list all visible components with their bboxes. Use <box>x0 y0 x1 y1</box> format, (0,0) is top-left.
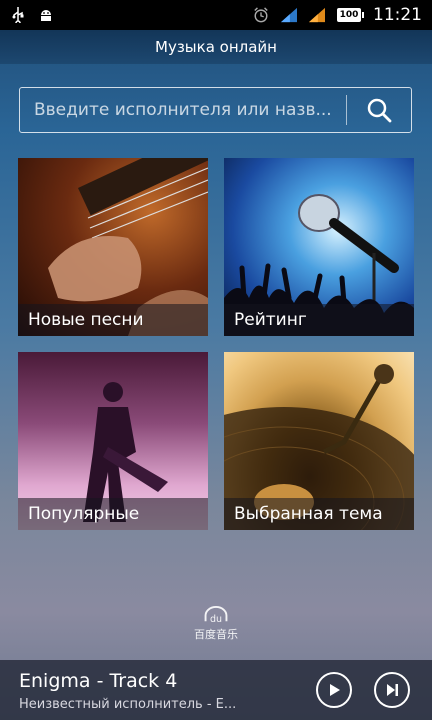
du-logo-icon: du <box>204 606 228 625</box>
logo-text: 百度音乐 <box>194 628 238 641</box>
tile-rating[interactable]: Рейтинг <box>224 158 414 336</box>
tile-new-songs[interactable]: Новые песни <box>18 158 208 336</box>
app-header: Музыка онлайн <box>0 30 432 64</box>
search-input[interactable] <box>20 88 346 132</box>
svg-text:du: du <box>210 614 222 625</box>
clock: 11:21 <box>373 5 422 25</box>
tile-label: Новые песни <box>18 304 208 336</box>
status-bar: 100 11:21 <box>0 0 432 30</box>
baidu-music-logo: du 百度音乐 <box>186 606 246 642</box>
page-title: Музыка онлайн <box>155 38 277 56</box>
search-button[interactable] <box>347 88 411 132</box>
track-title[interactable]: Enigma - Track 4 <box>19 670 177 692</box>
next-track-icon <box>387 684 398 696</box>
play-icon <box>330 684 340 696</box>
usb-icon <box>10 7 26 23</box>
tile-featured-theme[interactable]: Выбранная тема <box>224 352 414 530</box>
search-icon <box>367 98 392 123</box>
track-artist[interactable]: Неизвестный исполнитель - E... <box>19 697 279 712</box>
signal-icon <box>309 7 325 23</box>
signal-icon <box>281 7 297 23</box>
tile-label: Рейтинг <box>224 304 414 336</box>
alarm-icon <box>253 7 269 23</box>
tile-label: Популярные <box>18 498 208 530</box>
tile-label: Выбранная тема <box>224 498 414 530</box>
battery-level: 100 <box>339 10 359 20</box>
android-debug-icon <box>38 7 54 23</box>
search-bar <box>19 87 412 133</box>
next-track-button[interactable] <box>374 672 410 708</box>
tile-popular[interactable]: Популярные <box>18 352 208 530</box>
play-button[interactable] <box>316 672 352 708</box>
battery-icon: 100 <box>337 8 364 22</box>
